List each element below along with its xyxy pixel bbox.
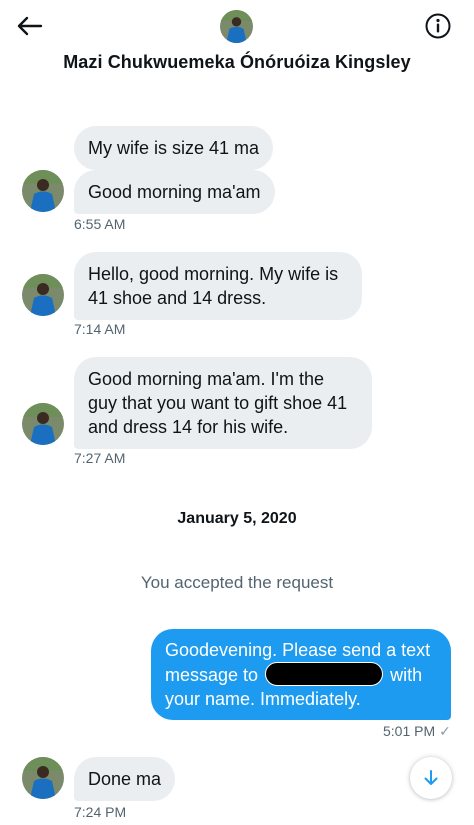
- message-text: Good morning ma'am: [88, 182, 261, 202]
- message-text-line: Good morning ma'am. I'm the: [88, 369, 324, 389]
- message-text-line: your name. Immediately.: [165, 689, 361, 709]
- sender-avatar[interactable]: [22, 403, 64, 445]
- avatar-image: [22, 757, 64, 799]
- dm-conversation: Mazi Chukwuemeka Ónóruóiza Kingsley My w…: [0, 0, 474, 825]
- date-divider: January 5, 2020: [177, 510, 297, 527]
- message-text: My wife is size 41 ma: [88, 138, 260, 158]
- message-bubble[interactable]: My wife is size 41 ma: [74, 126, 274, 170]
- message-text: Done ma: [88, 769, 162, 789]
- arrow-left-icon: [17, 16, 43, 36]
- message-timestamp: 5:01 PM ✓: [383, 723, 451, 740]
- sender-avatar[interactable]: [22, 274, 64, 316]
- message-text-line: and dress 14 for his wife.: [88, 417, 289, 437]
- conversation-title: Mazi Chukwuemeka Ónóruóiza Kingsley: [63, 52, 411, 72]
- message-bubble[interactable]: Hello, good morning. My wife is 41 shoe …: [74, 252, 362, 320]
- sent-check-icon: ✓: [439, 723, 451, 739]
- message-timestamp: 7:27 AM: [74, 450, 126, 466]
- message-timestamp: 7:14 AM: [74, 321, 126, 337]
- message-bubble[interactable]: Good morning ma'am: [74, 170, 275, 214]
- message-bubble[interactable]: Good morning ma'am. I'm the guy that you…: [74, 357, 372, 449]
- message-text-fragment: message to: [165, 665, 259, 685]
- header-avatar[interactable]: [220, 10, 253, 43]
- message-text-line: message to with: [165, 662, 437, 687]
- sender-avatar[interactable]: [22, 170, 64, 212]
- avatar-image: [220, 10, 253, 43]
- avatar-image: [22, 403, 64, 445]
- sender-avatar[interactable]: [22, 757, 64, 799]
- message-text-fragment: with: [390, 665, 423, 685]
- conversation-info-button[interactable]: [424, 12, 452, 40]
- back-button[interactable]: [14, 14, 44, 38]
- avatar-image: [22, 274, 64, 316]
- timestamp-text: 5:01 PM: [383, 723, 436, 739]
- message-timestamp: 7:24 PM: [74, 804, 127, 820]
- arrow-down-icon: [424, 770, 438, 785]
- message-timestamp: 6:55 AM: [74, 216, 126, 232]
- outgoing-message-bubble[interactable]: Goodevening. Please send a text message …: [151, 629, 451, 720]
- redacted-phone-number: [265, 662, 384, 686]
- info-icon: [425, 13, 451, 39]
- scroll-to-bottom-button[interactable]: [410, 757, 452, 799]
- message-bubble[interactable]: Done ma: [74, 757, 176, 801]
- avatar-image: [22, 170, 64, 212]
- message-text-line: guy that you want to gift shoe 41: [88, 393, 348, 413]
- message-text-line: Goodevening. Please send a text: [165, 640, 431, 660]
- message-text-line: 41 shoe and 14 dress.: [88, 288, 267, 308]
- request-accepted-note: You accepted the request: [140, 573, 334, 592]
- message-text-line: Hello, good morning. My wife is: [88, 264, 339, 284]
